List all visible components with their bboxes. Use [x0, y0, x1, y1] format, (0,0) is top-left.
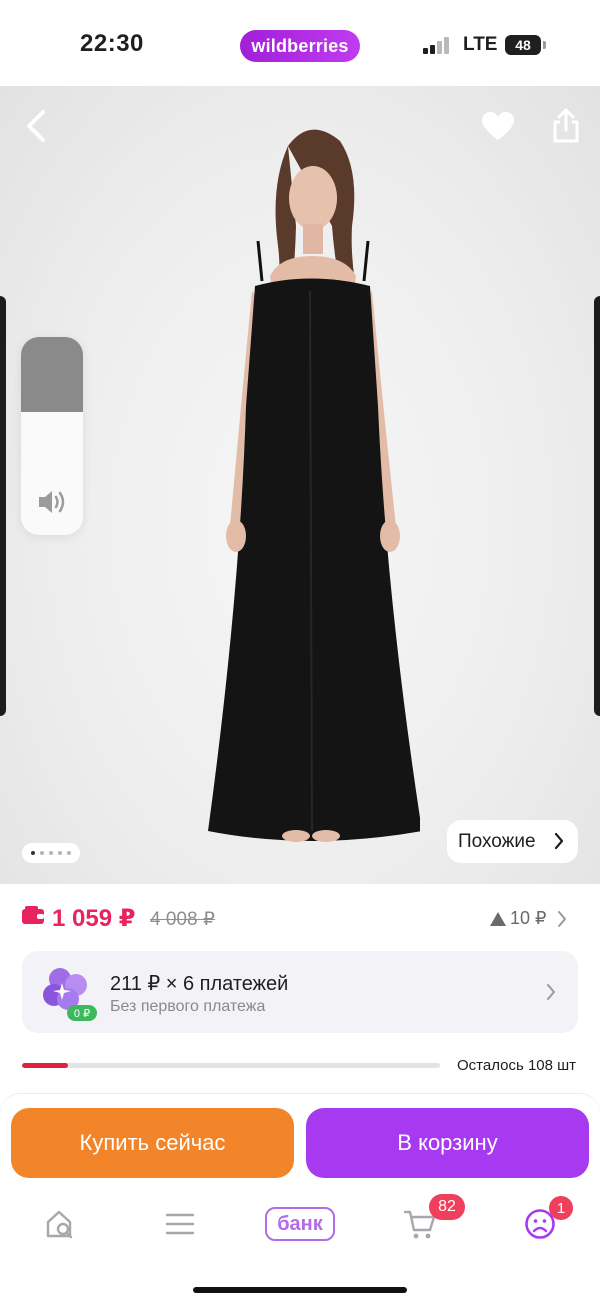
price-change-value: 10 ₽ [510, 908, 547, 928]
similar-label: Похожие [458, 830, 536, 852]
cart-badge: 82 [429, 1194, 465, 1220]
pagination-dot [58, 851, 62, 855]
old-price: 4 008 ₽ [150, 909, 215, 930]
triangle-up-icon [490, 911, 506, 926]
battery-tip [543, 41, 546, 49]
network-type: LTE [463, 34, 498, 55]
bottom-bar: Купить сейчас В корзину банк 82 1 [0, 1094, 600, 1303]
chevron-right-icon [547, 984, 555, 1000]
battery-icon: 48 [505, 35, 541, 55]
installment-clover-icon: 0 ₽ [43, 968, 97, 1021]
signal-icon [423, 36, 453, 54]
installment-title: 211 ₽ × 6 платежей [110, 973, 289, 995]
installment-subtitle: Без первого платежа [110, 998, 266, 1015]
device-edge-left [0, 296, 6, 716]
tab-home[interactable] [32, 1204, 88, 1244]
home-indicator[interactable] [193, 1287, 407, 1293]
installment-badge: 0 ₽ [74, 1008, 90, 1020]
price-card: 1 059 ₽ 4 008 ₽ 10 ₽ 0 ₽ 211 ₽ × 6 плате… [0, 884, 600, 1090]
share-icon[interactable] [544, 104, 588, 148]
volume-icon [39, 491, 65, 513]
home-search-icon [46, 1210, 73, 1239]
current-price: 1 059 ₽ [52, 905, 136, 932]
status-bar: 22:30 wildberries LTE 48 [0, 0, 600, 86]
profile-badge: 1 [549, 1196, 573, 1220]
menu-icon [165, 1213, 195, 1235]
status-time: 22:30 [80, 30, 144, 57]
tab-bank[interactable]: банк [262, 1204, 338, 1244]
pagination-dot [67, 851, 71, 855]
volume-empty-part [21, 337, 83, 413]
chevron-right-icon[interactable] [557, 910, 567, 928]
product-photo[interactable] [200, 116, 420, 846]
bank-label: банк [265, 1207, 335, 1241]
brand-pill: wildberries [240, 30, 360, 62]
product-gallery[interactable]: Похожие [0, 86, 600, 884]
add-to-cart-button[interactable]: В корзину [306, 1108, 589, 1178]
buy-now-button[interactable]: Купить сейчас [11, 1108, 294, 1178]
pagination-dot [31, 851, 35, 855]
installment-banner[interactable]: 0 ₽ 211 ₽ × 6 платежей Без первого плате… [22, 951, 578, 1033]
stock-progress-bar [22, 1063, 440, 1068]
wallet-icon [22, 906, 44, 924]
volume-slider[interactable] [21, 337, 83, 535]
chevron-right-icon [554, 832, 564, 850]
similar-button[interactable]: Похожие [447, 820, 578, 863]
price-change[interactable]: 10 ₽ [490, 908, 546, 929]
back-icon[interactable] [14, 104, 58, 148]
heart-icon[interactable] [476, 104, 520, 148]
tab-catalog[interactable] [152, 1204, 208, 1244]
pagination-dot [40, 851, 44, 855]
pagination-dot [49, 851, 53, 855]
stock-remaining: Осталось 108 шт [457, 1057, 577, 1074]
tab-bar: банк 82 1 [0, 1194, 600, 1258]
stock-progress-fill [22, 1063, 68, 1068]
gallery-pagination [22, 843, 80, 863]
device-edge-right [594, 296, 600, 716]
